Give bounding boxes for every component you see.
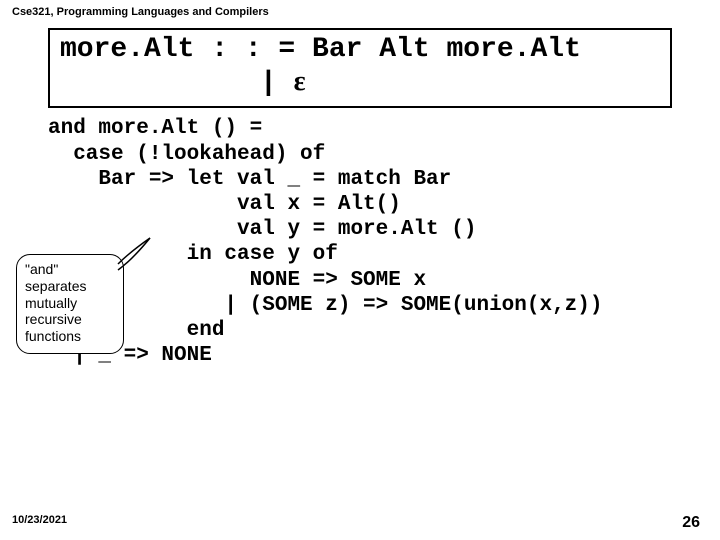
grammar-box: more.Alt : : = Bar Alt more.Alt | ε xyxy=(48,28,672,108)
page-number: 26 xyxy=(682,514,700,532)
slide-footer: 10/23/2021 26 xyxy=(12,514,700,532)
grammar-bar: | xyxy=(260,68,294,99)
callout-text: separates mutually recursive functions xyxy=(25,278,86,344)
callout-quoted: "and" xyxy=(25,261,58,277)
grammar-line-2: | ε xyxy=(60,66,660,100)
footer-date: 10/23/2021 xyxy=(12,514,67,532)
epsilon-symbol: ε xyxy=(294,66,306,97)
callout-tail-icon xyxy=(110,234,170,274)
slide-header: Cse321, Programming Languages and Compil… xyxy=(0,0,720,18)
grammar-line-1: more.Alt : : = Bar Alt more.Alt xyxy=(60,34,660,66)
callout-bubble: "and" separates mutually recursive funct… xyxy=(16,254,124,354)
